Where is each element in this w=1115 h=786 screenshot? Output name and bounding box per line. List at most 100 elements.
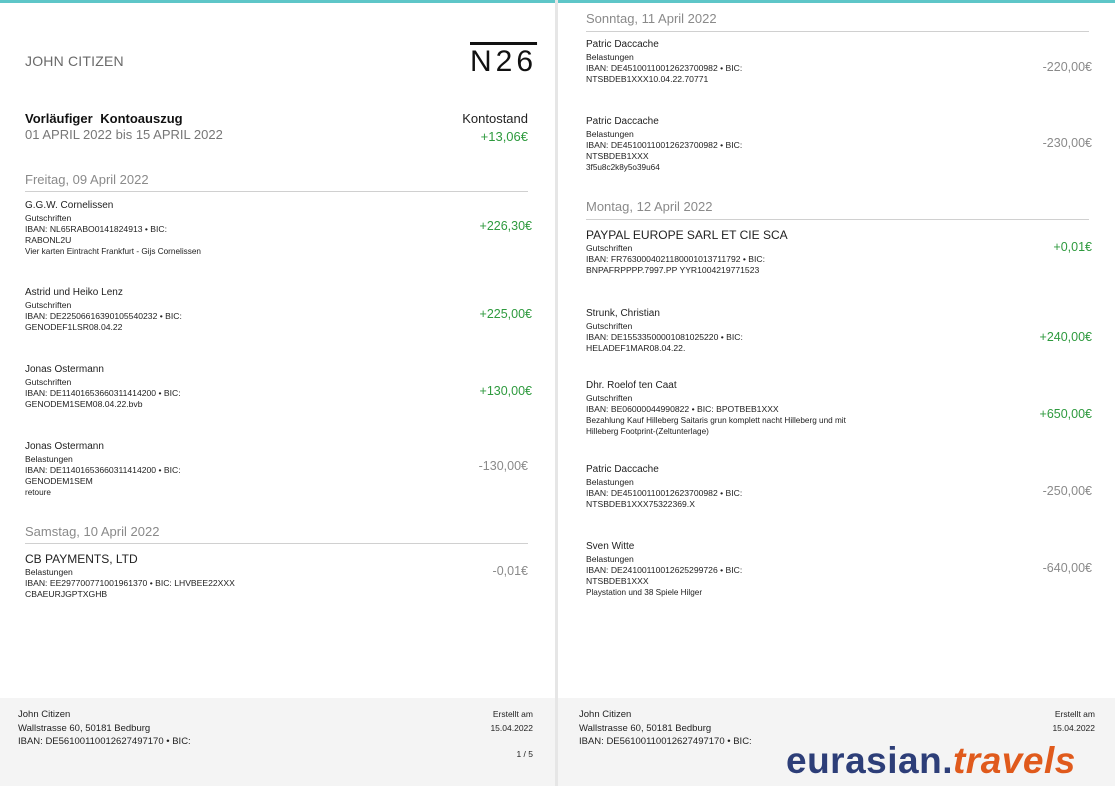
tx-bic: NTSBDEB1XXX: [586, 151, 649, 161]
tx-amount: +240,00€: [1039, 330, 1092, 344]
tx-amount: +0,01€: [1053, 240, 1092, 254]
tx-reference: retoure: [25, 488, 51, 497]
footer-address-block: John Citizen Wallstrasse 60, 50181 Bedbu…: [18, 708, 191, 749]
transaction-item: Patric Daccache Belastungen IBAN: DE4510…: [586, 37, 742, 85]
tx-amount: -640,00€: [1042, 561, 1092, 575]
tx-bic: HELADEF1MAR08.04.22.: [586, 343, 686, 353]
tx-bic: GENODEF1LSR08.04.22: [25, 322, 123, 332]
tx-amount: +226,30€: [479, 219, 532, 233]
tx-amount: -250,00€: [1042, 484, 1092, 498]
tx-name: Dhr. Roelof ten Caat: [586, 380, 677, 391]
tx-type: Gutschriften: [586, 243, 633, 253]
page-footer: John Citizen Wallstrasse 60, 50181 Bedbu…: [0, 698, 555, 786]
tx-name: Sven Witte: [586, 541, 635, 552]
tx-type: Gutschriften: [25, 377, 72, 387]
tx-amount: -130,00€: [478, 459, 528, 473]
transaction-item: Patric Daccache Belastungen IBAN: DE4510…: [586, 114, 742, 173]
tx-name: G.G.W. Cornelissen: [25, 200, 114, 211]
tx-type: Gutschriften: [25, 300, 72, 310]
day-rule: [586, 31, 1089, 32]
tx-iban: IBAN: DE15533500001081025220 • BIC:: [586, 332, 743, 342]
n26-logo: N26: [470, 45, 538, 78]
document-title: Vorläufiger Kontoauszug: [25, 111, 183, 126]
page-number: 1 / 5: [516, 749, 533, 759]
tx-type: Belastungen: [25, 454, 73, 464]
balance-label: Kontostand: [462, 111, 528, 126]
footer-created-date: 15.04.2022: [490, 722, 533, 733]
tx-amount: +650,00€: [1039, 407, 1092, 421]
tx-amount: -230,00€: [1042, 136, 1092, 150]
tx-reference: Vier karten Eintracht Frankfurt - Gijs C…: [25, 247, 201, 256]
statement-page-left: JOHN CITIZEN N26 Vorläufiger Kontoauszug…: [0, 3, 555, 786]
footer-address: Wallstrasse 60, 50181 Bedburg: [18, 722, 151, 734]
tx-bic: NTSBDEB1XXX75322369.X: [586, 499, 695, 509]
eurasian-travels-watermark: eurasian.travels: [786, 740, 1076, 781]
tx-bic: CBAEURJGPTXGHB: [25, 589, 108, 599]
tx-type: Belastungen: [586, 129, 634, 139]
day-rule: [586, 219, 1089, 220]
tx-reference: Playstation und 38 Spiele Hilger: [586, 588, 703, 597]
tx-bic: BNPAFRPPPP.7997.PP YYR1004219771523: [586, 265, 760, 275]
transaction-item: PAYPAL EUROPE SARL ET CIE SCA Gutschrift…: [586, 228, 788, 276]
tx-name: Patric Daccache: [586, 116, 659, 127]
balance-value: +13,06€: [480, 129, 528, 144]
tx-bic: RABONL2U: [25, 235, 72, 245]
tx-type: Gutschriften: [586, 393, 633, 403]
tx-iban: IBAN: DE45100110012623700982 • BIC:: [586, 488, 743, 498]
tx-name: Astrid und Heiko Lenz: [25, 287, 123, 298]
footer-date-block: Erstellt am 15.04.2022 1 / 5: [490, 708, 533, 762]
tx-iban: IBAN: DE45100110012623700982 • BIC:: [586, 63, 743, 73]
tx-amount: +225,00€: [479, 307, 532, 321]
day-header-sun: Sonntag, 11 April 2022: [586, 11, 717, 26]
day-rule: [25, 191, 528, 192]
tx-name: Patric Daccache: [586, 464, 659, 475]
tx-iban: IBAN: NL65RABO0141824913 • BIC:: [25, 224, 168, 234]
tx-reference-line2: Hilleberg Footprint-(Zeltunterlage): [586, 427, 709, 436]
tx-type: Gutschriften: [25, 213, 72, 223]
footer-iban: IBAN: DE56100110012627497170 • BIC:: [18, 736, 191, 747]
tx-iban: IBAN: BE06000044990822 • BIC: BPOTBEB1XX…: [586, 404, 779, 414]
tx-iban: IBAN: DE24100110012625299726 • BIC:: [586, 565, 743, 575]
tx-bic: NTSBDEB1XXX: [586, 576, 649, 586]
transaction-item: Astrid und Heiko Lenz Gutschriften IBAN:…: [25, 285, 182, 333]
tx-amount: +130,00€: [479, 384, 532, 398]
tx-type: Belastungen: [25, 567, 73, 577]
footer-address-block: John Citizen Wallstrasse 60, 50181 Bedbu…: [579, 708, 752, 749]
tx-type: Belastungen: [586, 52, 634, 62]
transaction-item: G.G.W. Cornelissen Gutschriften IBAN: NL…: [25, 198, 201, 257]
tx-name: Jonas Ostermann: [25, 364, 104, 375]
transaction-item: Jonas Ostermann Gutschriften IBAN: DE114…: [25, 362, 181, 410]
footer-name: John Citizen: [579, 709, 632, 720]
day-header-mon: Montag, 12 April 2022: [586, 199, 713, 214]
tx-iban: IBAN: EE297700771001961370 • BIC: LHVBEE…: [25, 578, 235, 588]
tx-name: Jonas Ostermann: [25, 441, 104, 452]
footer-address: Wallstrasse 60, 50181 Bedburg: [579, 722, 712, 734]
tx-name: Strunk, Christian: [586, 308, 660, 319]
tx-bic: NTSBDEB1XXX10.04.22.70771: [586, 74, 709, 84]
tx-iban: IBAN: DE11401653660311414200 • BIC:: [25, 388, 181, 398]
tx-reference: 3f5u8c2k8y5o39u64: [586, 163, 660, 172]
statement-period: 01 APRIL 2022 bis 15 APRIL 2022: [25, 127, 223, 142]
day-rule: [25, 543, 528, 544]
tx-type: Belastungen: [586, 477, 634, 487]
day-header-fri: Freitag, 09 April 2022: [25, 172, 149, 187]
tx-iban: IBAN: FR7630004021180001013711792 • BIC:: [586, 254, 765, 264]
tx-iban: IBAN: DE45100110012623700982 • BIC:: [586, 140, 743, 150]
tx-amount: -220,00€: [1042, 60, 1092, 74]
tx-name: CB PAYMENTS, LTD: [25, 552, 138, 566]
footer-created-label: Erstellt am: [1054, 709, 1095, 719]
footer-date-block: Erstellt am 15.04.2022: [1052, 708, 1095, 735]
statement-page-right: Sonntag, 11 April 2022 Patric Daccache B…: [558, 3, 1115, 786]
tx-reference-line1: Bezahlung Kauf Hilleberg Saitaris grun k…: [586, 416, 846, 425]
footer-name: John Citizen: [18, 709, 71, 720]
tx-type: Belastungen: [586, 554, 634, 564]
transaction-item: Sven Witte Belastungen IBAN: DE241001100…: [586, 539, 742, 598]
tx-amount: -0,01€: [492, 564, 528, 578]
footer-created-date: 15.04.2022: [1052, 722, 1095, 733]
tx-iban: IBAN: DE11401653660311414200 • BIC:: [25, 465, 181, 475]
tx-type: Gutschriften: [586, 321, 633, 331]
transaction-item: Dhr. Roelof ten Caat Gutschriften IBAN: …: [586, 378, 846, 437]
tx-bic: GENODEM1SEM08.04.22.bvb: [25, 399, 143, 409]
transaction-item: Strunk, Christian Gutschriften IBAN: DE1…: [586, 306, 743, 354]
transaction-item: Patric Daccache Belastungen IBAN: DE4510…: [586, 462, 742, 510]
